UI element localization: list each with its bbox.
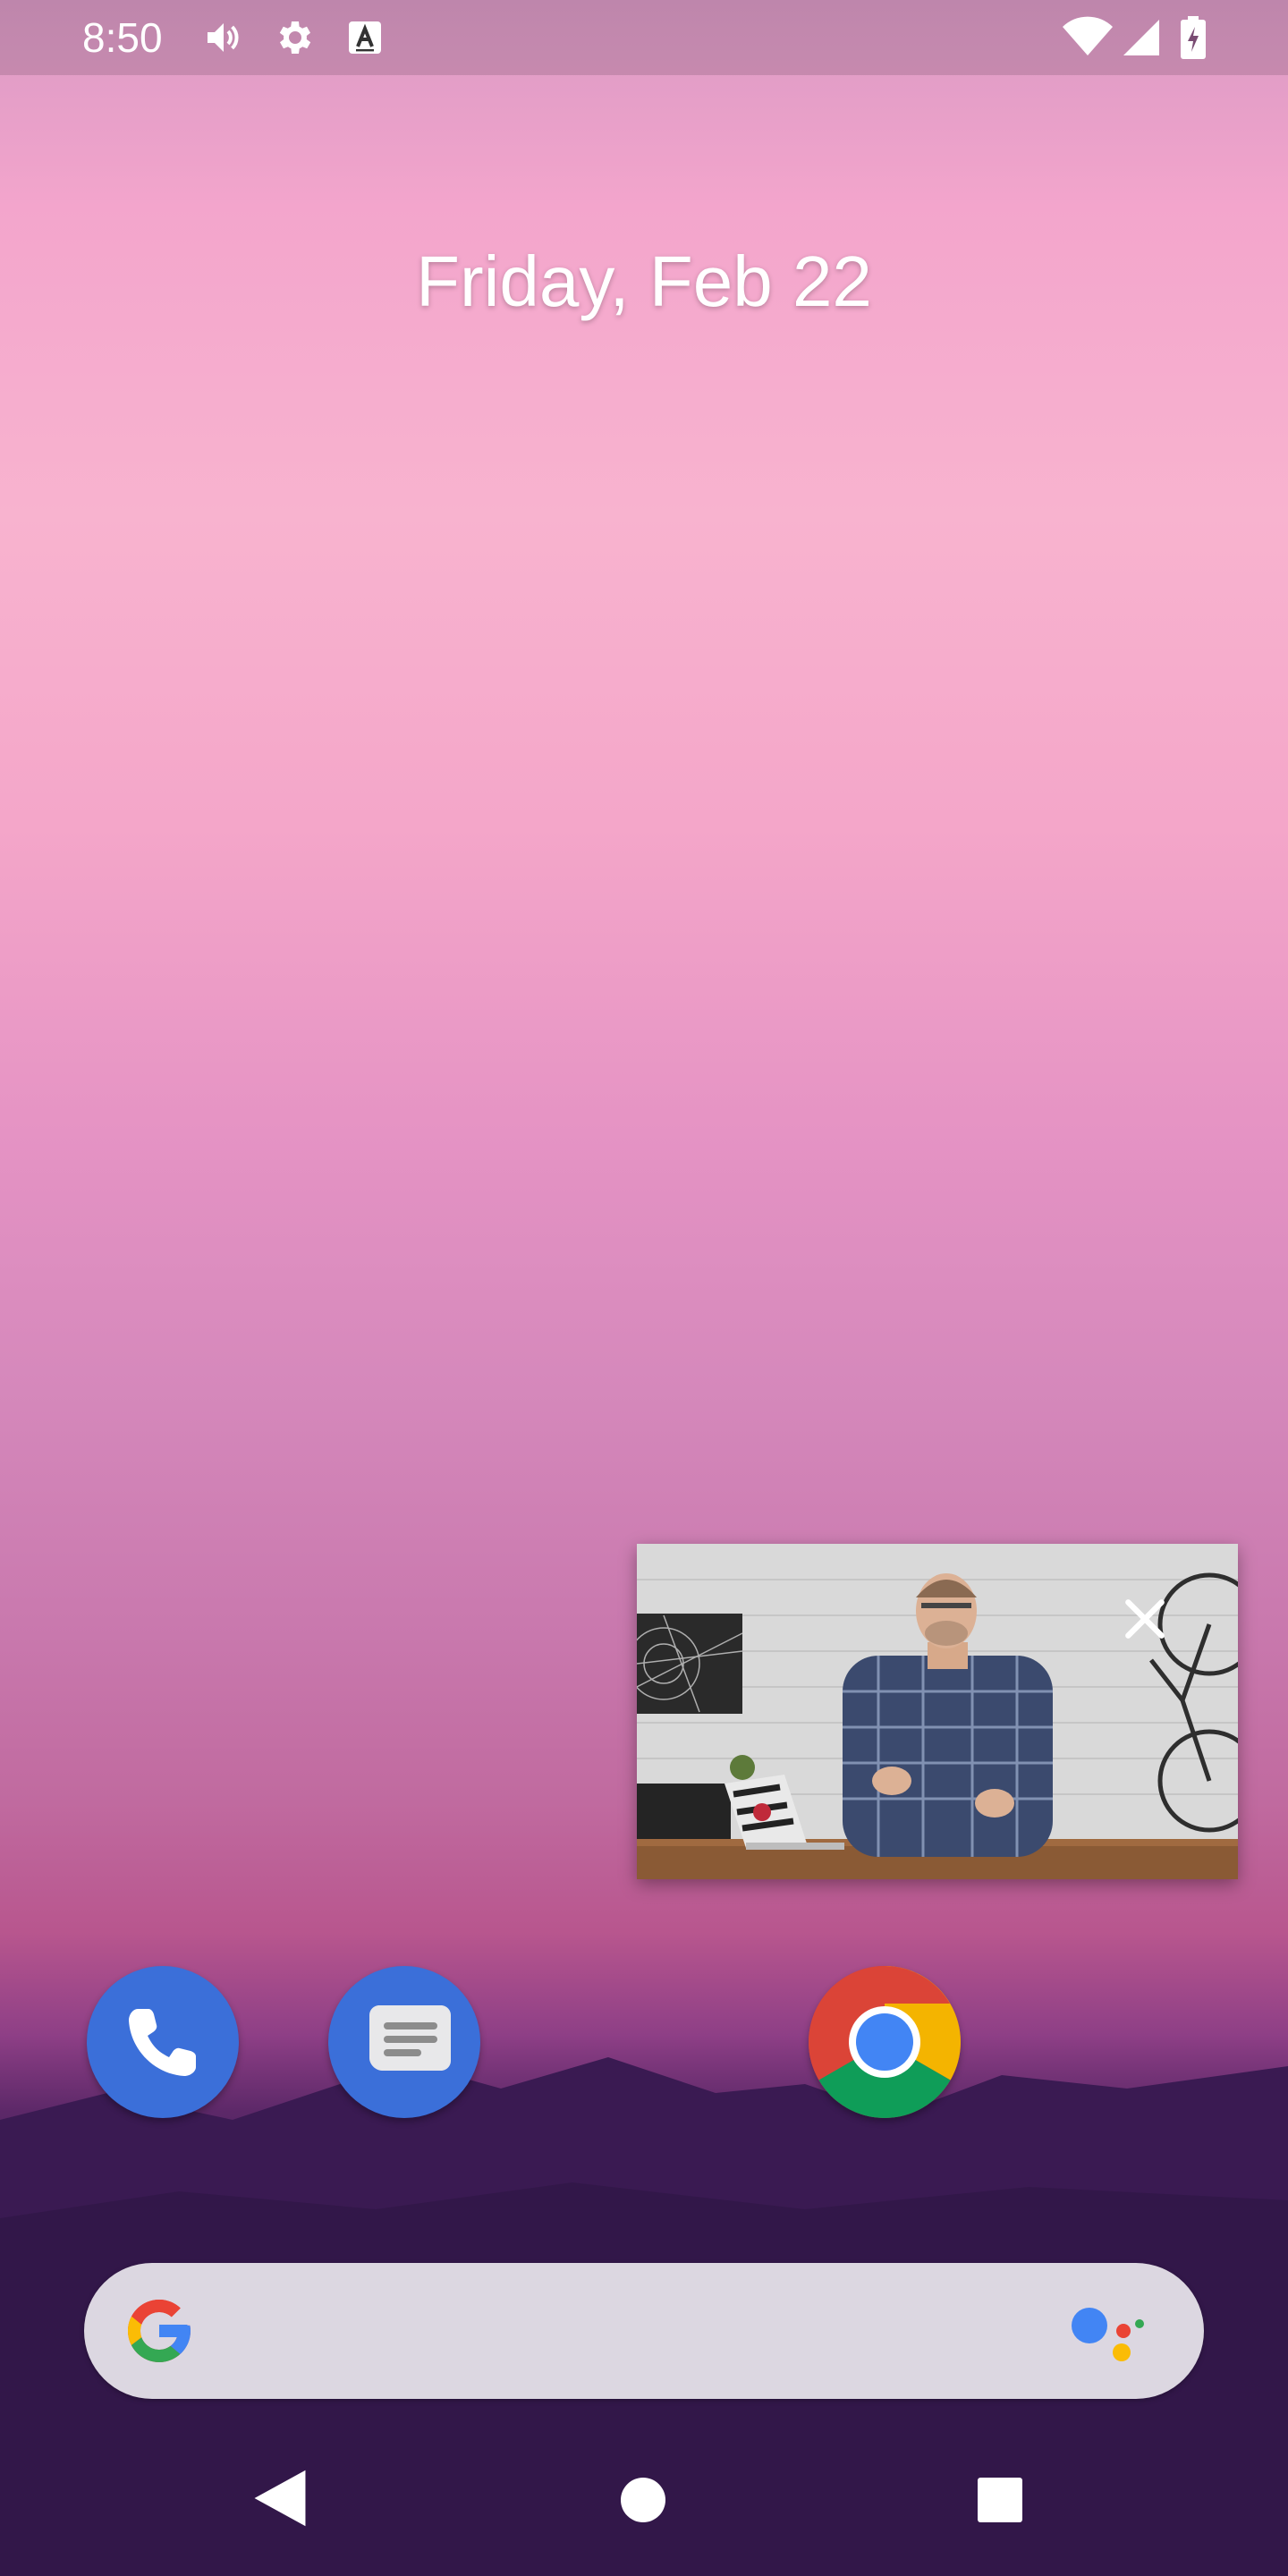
cellular-signal-icon <box>1123 20 1159 55</box>
close-icon[interactable] <box>1116 1590 1174 1648</box>
volume-icon <box>208 23 239 52</box>
date-widget[interactable]: Friday, Feb 22 <box>0 237 1288 326</box>
google-assistant-icon <box>1072 2308 1144 2361</box>
battery-charging-icon <box>1181 16 1206 59</box>
overview-icon[interactable] <box>977 2478 1023 2522</box>
phone-app-button[interactable] <box>87 1966 239 2118</box>
messages-app-button[interactable] <box>328 1966 480 2118</box>
google-search-bar[interactable] <box>84 2263 1204 2399</box>
google-g-icon <box>128 2300 191 2362</box>
status-bar: 8:50 <box>0 0 1288 75</box>
back-icon[interactable] <box>249 2465 311 2531</box>
status-time: 8:50 <box>82 14 163 61</box>
home-icon[interactable] <box>621 2478 665 2522</box>
keyboard-a-icon <box>349 21 381 54</box>
chrome-app-button[interactable] <box>809 1966 961 2118</box>
wifi-icon <box>1063 16 1113 56</box>
phone-icon <box>129 2009 196 2076</box>
settings-gear-icon <box>279 21 311 54</box>
messages-icon <box>369 2005 451 2071</box>
chrome-icon <box>809 1966 961 2118</box>
home-screen: 8:50 Friday, Feb 22 <box>0 0 1288 2576</box>
